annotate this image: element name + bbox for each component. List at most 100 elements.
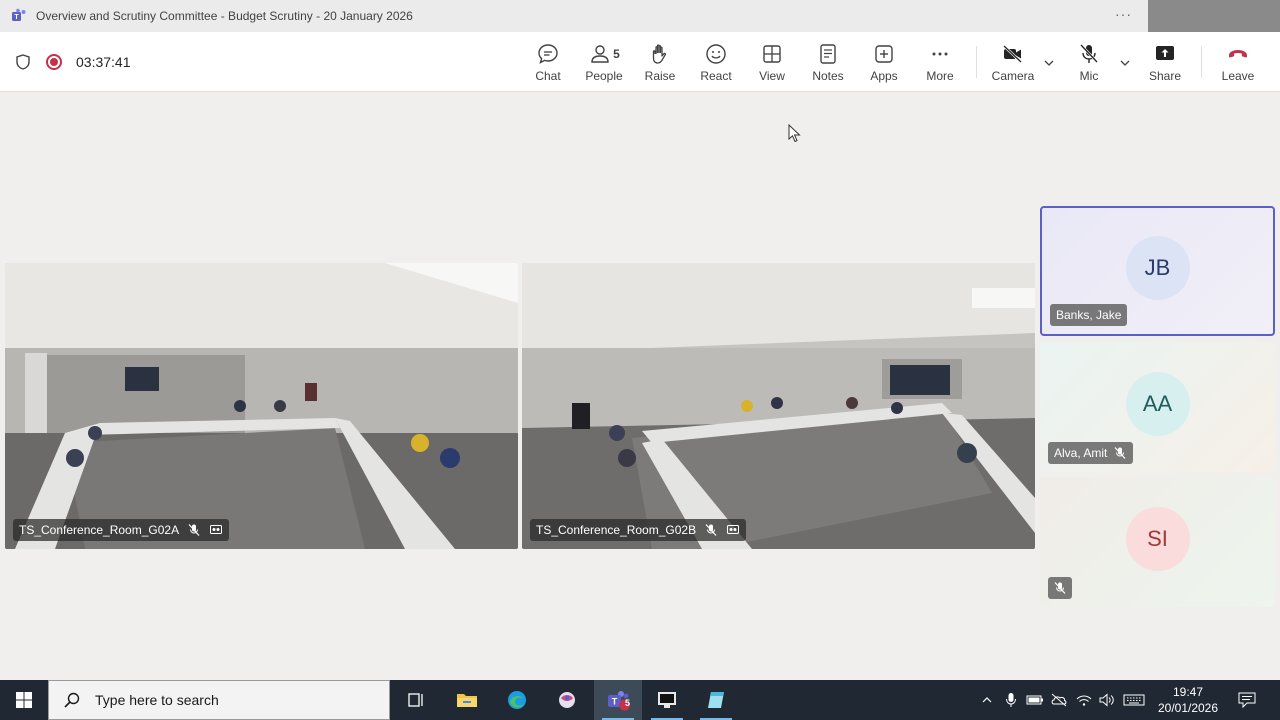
show-hidden-icons-button[interactable] [978,680,996,720]
window-title: Overview and Scrutiny Committee - Budget… [36,9,413,23]
smiley-icon [706,44,726,64]
participant-tile[interactable]: AA Alva, Amit [1040,342,1275,472]
video-feed[interactable]: TS_Conference_Room_G02B [522,263,1035,549]
file-explorer-button[interactable] [443,680,491,720]
people-icon [591,45,609,63]
participant-name-tag [1048,577,1072,599]
video-name-tag: TS_Conference_Room_G02B [530,519,747,541]
notes-icon [820,44,836,64]
video-name-tag: TS_Conference_Room_G02A [13,519,230,541]
chat-icon [538,44,558,64]
camera-off-icon [1003,45,1022,63]
video-feed[interactable]: TS_Conference_Room_G02A [5,263,518,549]
avatar: AA [1125,372,1190,436]
notepad-app-icon [708,692,724,708]
network-button[interactable] [1073,680,1095,720]
mic-options-chevron-down-icon[interactable] [1118,56,1132,70]
leave-label: Leave [1221,69,1255,83]
chevron-up-icon [982,697,992,703]
svg-text:T: T [14,14,19,21]
more-label: More [926,69,954,83]
snipping-app-icon [559,692,575,708]
notifications-button[interactable] [1234,680,1260,720]
task-view-button[interactable] [392,680,440,720]
apps-button[interactable]: Apps [856,32,912,92]
mic-off-icon [1080,44,1098,63]
title-bar-right-area [1148,0,1280,32]
room-device-icon [210,525,223,534]
terminal-app-button[interactable] [643,680,691,720]
participant-name: Alva, Amit [1054,446,1108,460]
mic-button[interactable]: Mic [1061,32,1117,92]
apps-label: Apps [870,69,898,83]
toolbar-separator [976,46,977,78]
monitor-app-icon [658,692,676,708]
participant-tile[interactable]: SI [1040,477,1275,607]
people-count: 5 [613,47,620,61]
meeting-stage: TS_Conference_Room_G02A TS_Conference_Ro… [0,92,1280,680]
notes-button[interactable]: Notes [800,32,856,92]
more-button[interactable]: More [912,32,968,92]
mic-label: Mic [1079,69,1099,83]
mic-off-icon [1114,447,1126,459]
teams-logo-icon: T [12,8,26,21]
touch-keyboard-button[interactable] [1120,680,1148,720]
mic-off-icon [188,524,200,536]
raise-label: Raise [644,69,676,83]
notepad-app-button[interactable] [692,680,740,720]
people-label: People [585,69,623,83]
recording-indicator-icon [46,54,62,70]
teams-taskbar-button[interactable]: T 5 [594,680,642,720]
folder-icon [457,694,477,707]
raise-hand-button[interactable]: Raise [632,32,688,92]
share-label: Share [1148,69,1182,83]
system-clock[interactable]: 19:47 20/01/2026 [1152,684,1224,716]
svg-text:T: T [612,697,618,707]
battery-icon [1026,695,1043,705]
keyboard-icon [1123,694,1145,706]
more-horizontal-icon [932,52,948,56]
toolbar-separator [1201,46,1202,78]
participant-name: Banks, Jake [1056,308,1122,322]
participant-name-tag: Alva, Amit [1048,442,1134,464]
tray-mic-button[interactable] [1002,680,1020,720]
taskbar-search-box[interactable]: Type here to search [48,680,390,720]
leave-button[interactable]: Leave [1210,32,1266,92]
view-button[interactable]: View [744,32,800,92]
teams-notification-badge: 5 [624,698,630,708]
pinned-app-button[interactable] [543,680,591,720]
people-button[interactable]: 5 People [576,32,632,92]
camera-button[interactable]: Camera [985,32,1041,92]
participant-tile[interactable]: JB Banks, Jake [1040,206,1275,336]
video-participant-name: TS_Conference_Room_G02A [19,523,180,537]
mic-off-icon [1054,582,1066,594]
notification-center-icon [1238,692,1256,708]
speaker-icon [1099,693,1114,707]
share-screen-icon [1156,46,1174,60]
wifi-icon [1076,695,1092,706]
video-participant-name: TS_Conference_Room_G02B [536,523,697,537]
react-button[interactable]: React [688,32,744,92]
edge-browser-button[interactable] [493,680,541,720]
search-icon [64,692,80,708]
start-button[interactable] [0,680,48,720]
share-button[interactable]: Share [1137,32,1193,92]
notes-label: Notes [812,69,844,83]
conference-room-video-image [5,263,518,549]
cloud-off-icon [1051,693,1067,707]
add-apps-icon [875,45,893,63]
edge-browser-icon [508,691,526,709]
hang-up-icon [1229,50,1247,58]
shield-icon[interactable] [14,53,32,71]
conference-room-video-image [522,263,1035,549]
camera-options-chevron-down-icon[interactable] [1042,56,1056,70]
more-dots-icon[interactable]: ··· [1115,6,1132,22]
volume-button[interactable] [1096,680,1118,720]
battery-button[interactable] [1024,680,1046,720]
sync-status-button[interactable] [1048,680,1070,720]
camera-label: Camera [991,69,1035,83]
mouse-cursor-icon [788,124,801,143]
mic-off-icon [705,524,717,536]
chat-button[interactable]: Chat [520,32,576,92]
participant-name-tag: Banks, Jake [1050,304,1128,326]
